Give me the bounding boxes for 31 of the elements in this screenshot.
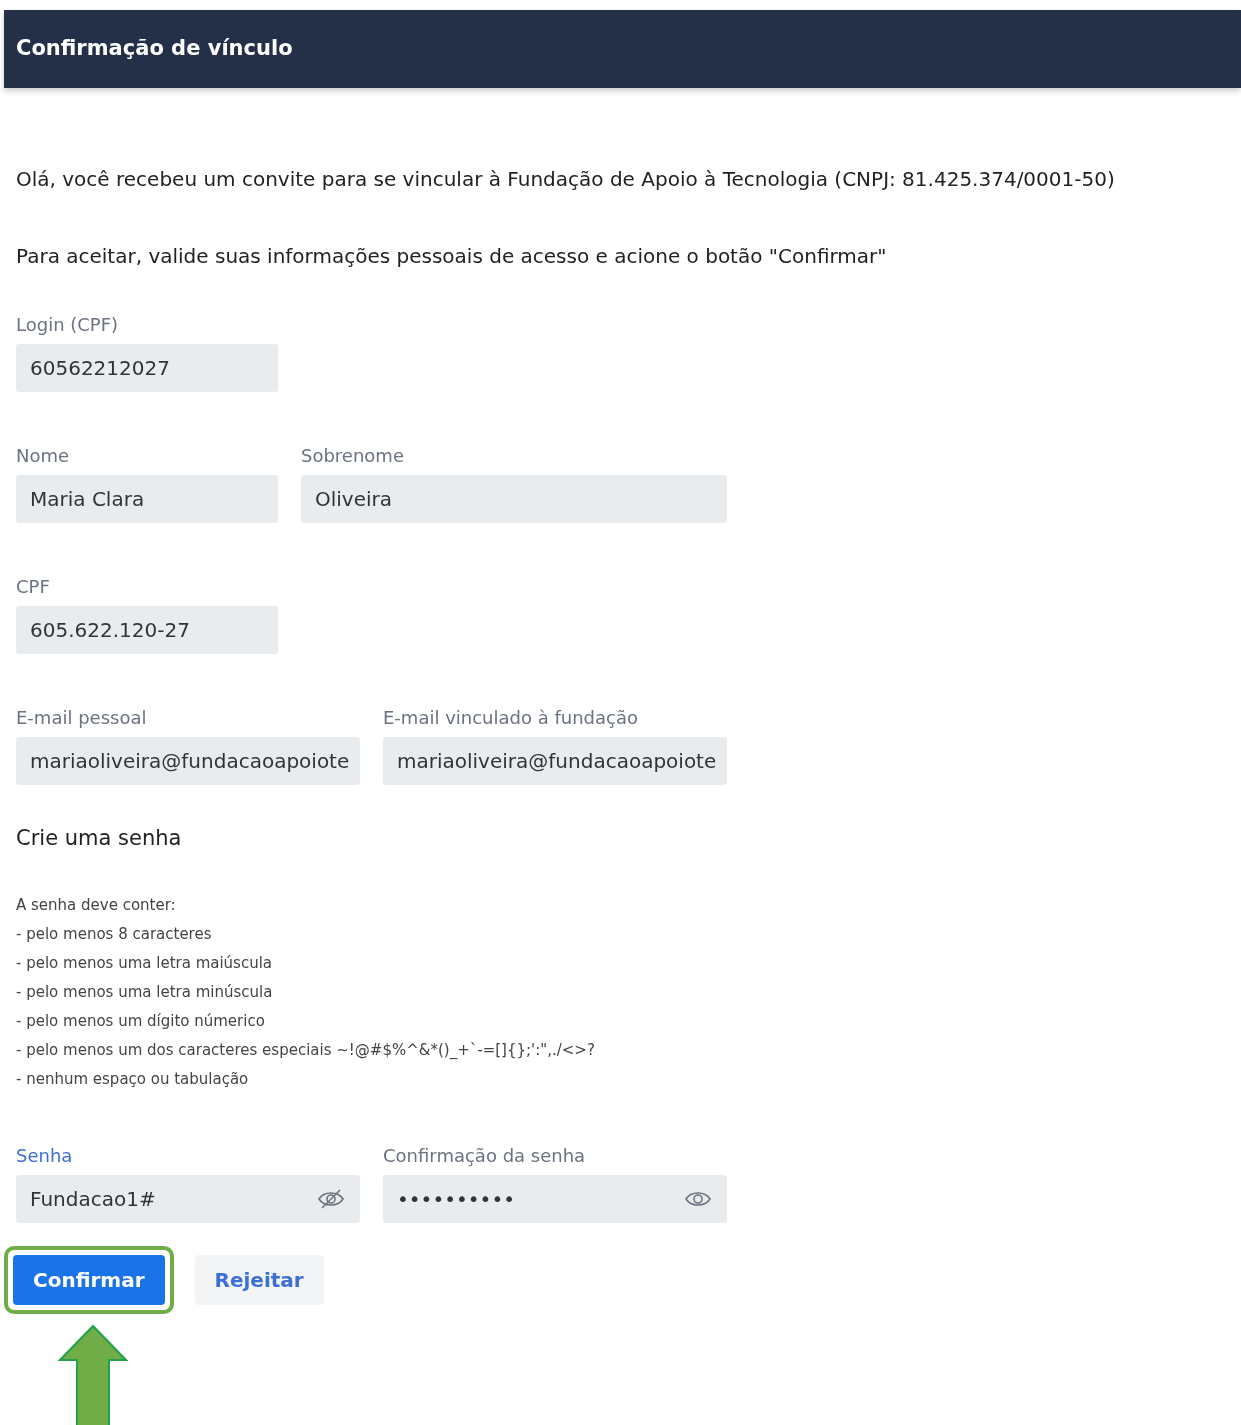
confirm-button[interactable]: Confirmar [13, 1254, 165, 1305]
section-heading: Crie uma senha [16, 825, 183, 852]
field-label: Login (CPF) [16, 313, 120, 337]
arrow-icon [58, 1323, 128, 1425]
input-field[interactable]: Fundacao1# [16, 1174, 360, 1223]
field-label: Senha [16, 1143, 74, 1168]
instruction-text: Para aceitar, valide suas informações pessoais de acesso e acione o botão "Confirmar" [16, 243, 888, 270]
password-rule: A senha deve conter: [16, 894, 177, 916]
input-field[interactable]: mariaoliveira@fundacaoapoiote [383, 737, 727, 785]
password-rule: - nenhum espaço ou tabulação [16, 1068, 250, 1090]
field-label: Nome [16, 444, 71, 468]
input-field[interactable]: mariaoliveira@fundacaoapoiote [16, 737, 360, 785]
password-rule: - pelo menos 8 caracteres [16, 923, 213, 945]
invite-text: Olá, você recebeu um convite para se vincular à Fundação de Apoio à Tecnologia (CNPJ: 81.425.374/0001-50) [16, 166, 1116, 193]
reject-button[interactable]: Rejeitar [194, 1254, 324, 1305]
field-label: E-mail vinculado à fundação [383, 706, 639, 730]
password-rule: - pelo menos um dos caracteres especiais ~!@#$%^&*()_+`-=[]{};':",./<>? [16, 1039, 596, 1061]
password-rule: - pelo menos uma letra maiúscula [16, 952, 274, 974]
eye-slash-icon[interactable] [316, 1186, 346, 1211]
password-rule: - pelo menos um dígito númerico [16, 1010, 266, 1032]
field-label: Sobrenome [301, 444, 405, 468]
field-label: Confirmação da senha [383, 1143, 587, 1168]
password-rule: - pelo menos uma letra minúscula [16, 981, 274, 1003]
input-field[interactable]: •••••••••• [383, 1174, 727, 1223]
page-title: Confirmação de vínculo [16, 35, 293, 63]
field-label: CPF [16, 575, 51, 599]
input-field[interactable]: Maria Clara [16, 475, 278, 523]
input-field[interactable]: 60562212027 [16, 344, 278, 392]
input-field[interactable]: Oliveira [301, 475, 727, 523]
input-field[interactable]: 605.622.120-27 [16, 606, 278, 654]
field-label: E-mail pessoal [16, 706, 148, 730]
